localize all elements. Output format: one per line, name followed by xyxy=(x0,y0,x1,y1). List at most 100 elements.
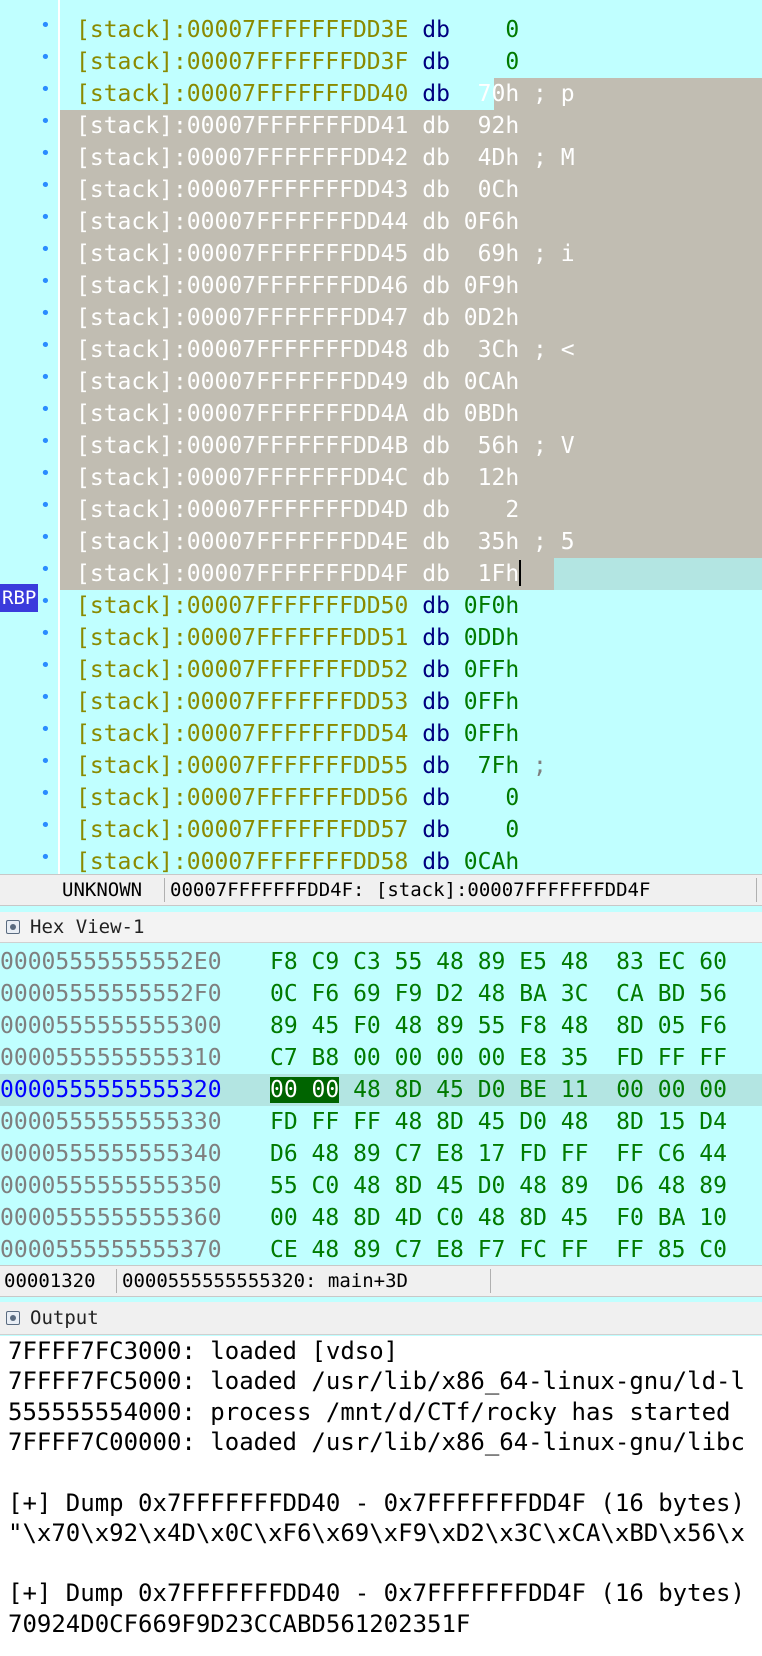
stack-row[interactable]: • [stack]:00007FFFFFFFDD4C db 12h xyxy=(0,462,762,494)
stack-segment: [stack] xyxy=(76,529,173,555)
hex-bytes[interactable]: FD FF FF 48 8D 45 D0 48 8D 15 D4 xyxy=(270,1106,727,1138)
stack-address[interactable]: 00007FFFFFFFDD4E xyxy=(187,529,409,555)
hex-row[interactable]: 0000555555555320 00 00 48 8D 45 D0 BE 11 … xyxy=(0,1074,762,1106)
data-directive: db xyxy=(422,753,450,779)
stack-address[interactable]: 00007FFFFFFFDD3E xyxy=(187,17,409,43)
byte-comment: ; V xyxy=(519,433,575,459)
byte-value: 0CAh xyxy=(463,369,520,395)
stack-row[interactable]: • [stack]:00007FFFFFFFDD45 db 69h ; i xyxy=(0,238,762,270)
stack-address[interactable]: 00007FFFFFFFDD40 xyxy=(187,81,409,107)
hex-row[interactable]: 0000555555555310 C7 B8 00 00 00 00 E8 35 … xyxy=(0,1042,762,1074)
stack-row[interactable]: • [stack]:00007FFFFFFFDD56 db 0 xyxy=(0,782,762,814)
stack-row[interactable]: • [stack]:00007FFFFFFFDD4A db 0BDh xyxy=(0,398,762,430)
stack-address[interactable]: 00007FFFFFFFDD3F xyxy=(187,49,409,75)
line-dot-icon: • xyxy=(40,719,51,740)
hex-bytes[interactable]: 00 00 48 8D 45 D0 BE 11 00 00 00 xyxy=(270,1074,727,1106)
data-directive: db xyxy=(422,593,450,619)
stack-row[interactable]: • [stack]:00007FFFFFFFDD3E db 0 xyxy=(0,14,762,46)
byte-comment: ; xyxy=(519,753,547,779)
stack-address[interactable]: 00007FFFFFFFDD4C xyxy=(187,465,409,491)
hex-address: 0000555555555330 xyxy=(0,1109,222,1135)
stack-row[interactable]: • [stack]:00007FFFFFFFDD3F db 0 xyxy=(0,46,762,78)
stack-address[interactable]: 00007FFFFFFFDD57 xyxy=(187,817,409,843)
stack-row[interactable]: • [stack]:00007FFFFFFFDD4F db 1Fh xyxy=(0,558,762,590)
hex-view[interactable]: 00005555555552E0 F8 C9 C3 55 48 89 E5 48 … xyxy=(0,943,762,1265)
stack-row[interactable]: • [stack]:00007FFFFFFFDD46 db 0F9h xyxy=(0,270,762,302)
hex-row[interactable]: 00005555555552E0 F8 C9 C3 55 48 89 E5 48 … xyxy=(0,946,762,978)
stack-row[interactable]: • [stack]:00007FFFFFFFDD40 db 70h ; p xyxy=(0,78,762,110)
stack-address[interactable]: 00007FFFFFFFDD55 xyxy=(187,753,409,779)
stack-row[interactable]: • [stack]:00007FFFFFFFDD44 db 0F6h xyxy=(0,206,762,238)
data-directive: db xyxy=(422,625,450,651)
hex-cursor-bytes[interactable]: 00 00 xyxy=(270,1077,340,1103)
stack-row[interactable]: • [stack]:00007FFFFFFFDD41 db 92h xyxy=(0,110,762,142)
stack-address[interactable]: 00007FFFFFFFDD41 xyxy=(187,113,409,139)
stack-address[interactable]: 00007FFFFFFFDD58 xyxy=(187,849,409,874)
stack-segment: [stack] xyxy=(76,689,173,715)
stack-row[interactable]: • [stack]:00007FFFFFFFDD47 db 0D2h xyxy=(0,302,762,334)
stack-address[interactable]: 00007FFFFFFFDD4D xyxy=(187,497,409,523)
stack-address[interactable]: 00007FFFFFFFDD4A xyxy=(187,401,409,427)
hex-bytes[interactable]: 55 C0 48 8D 45 D0 48 89 D6 48 89 xyxy=(270,1170,727,1202)
stack-segment: [stack] xyxy=(76,785,173,811)
hex-bytes[interactable]: F8 C9 C3 55 48 89 E5 48 83 EC 60 xyxy=(270,946,727,978)
byte-value: 70h xyxy=(463,81,520,107)
stack-segment: [stack] xyxy=(76,145,173,171)
stack-address[interactable]: 00007FFFFFFFDD47 xyxy=(187,305,409,331)
stack-row[interactable]: • [stack]:00007FFFFFFFDD48 db 3Ch ; < xyxy=(0,334,762,366)
hex-row[interactable]: 0000555555555350 55 C0 48 8D 45 D0 48 89 … xyxy=(0,1170,762,1202)
stack-row[interactable]: • [stack]:00007FFFFFFFDD53 db 0FFh xyxy=(0,686,762,718)
hex-row[interactable]: 0000555555555340 D6 48 89 C7 E8 17 FD FF … xyxy=(0,1138,762,1170)
stack-address[interactable]: 00007FFFFFFFDD4B xyxy=(187,433,409,459)
stack-address[interactable]: 00007FFFFFFFDD43 xyxy=(187,177,409,203)
stack-row[interactable]: • [stack]:00007FFFFFFFDD49 db 0CAh xyxy=(0,366,762,398)
stack-address[interactable]: 00007FFFFFFFDD42 xyxy=(187,145,409,171)
stack-row[interactable]: • [stack]:00007FFFFFFFDD55 db 7Fh ; xyxy=(0,750,762,782)
stack-address[interactable]: 00007FFFFFFFDD4F xyxy=(187,561,409,587)
stack-address[interactable]: 00007FFFFFFFDD50 xyxy=(187,593,409,619)
stack-row[interactable]: • [stack]:00007FFFFFFFDD4E db 35h ; 5 xyxy=(0,526,762,558)
stack-address[interactable]: 00007FFFFFFFDD56 xyxy=(187,785,409,811)
hex-view-header[interactable]: Hex View-1 xyxy=(0,912,762,943)
output-window[interactable]: 7FFFF7FC3000: loaded [vdso] 7FFFF7FC5000:… xyxy=(0,1336,762,1656)
hex-row[interactable]: 0000555555555300 89 45 F0 48 89 55 F8 48 … xyxy=(0,1010,762,1042)
hex-bytes[interactable]: 89 45 F0 48 89 55 F8 48 8D 05 F6 xyxy=(270,1010,727,1042)
stack-address[interactable]: 00007FFFFFFFDD46 xyxy=(187,273,409,299)
byte-value: 35h xyxy=(463,529,520,555)
byte-value: 56h xyxy=(463,433,520,459)
hex-bytes[interactable]: 0C F6 69 F9 D2 48 BA 3C CA BD 56 xyxy=(270,978,727,1010)
output-header[interactable]: Output xyxy=(0,1302,762,1335)
stack-address[interactable]: 00007FFFFFFFDD52 xyxy=(187,657,409,683)
hex-bytes[interactable]: C7 B8 00 00 00 00 E8 35 FD FF FF xyxy=(270,1042,727,1074)
data-directive: db xyxy=(422,241,450,267)
stack-view[interactable]: • [stack]:00007FFFFFFFDD3E db 0 • [stack]:0… xyxy=(0,0,762,874)
stack-address[interactable]: 00007FFFFFFFDD51 xyxy=(187,625,409,651)
stack-address[interactable]: 00007FFFFFFFDD45 xyxy=(187,241,409,267)
hex-row[interactable]: 00005555555552F0 0C F6 69 F9 D2 48 BA 3C … xyxy=(0,978,762,1010)
stack-row[interactable]: • [stack]:00007FFFFFFFDD42 db 4Dh ; M xyxy=(0,142,762,174)
stack-address[interactable]: 00007FFFFFFFDD44 xyxy=(187,209,409,235)
line-dot-icon: • xyxy=(40,463,51,484)
stack-row[interactable]: • [stack]:00007FFFFFFFDD52 db 0FFh xyxy=(0,654,762,686)
hex-row[interactable]: 0000555555555330 FD FF FF 48 8D 45 D0 48 … xyxy=(0,1106,762,1138)
stack-row[interactable]: • [stack]:00007FFFFFFFDD54 db 0FFh xyxy=(0,718,762,750)
hex-bytes[interactable]: D6 48 89 C7 E8 17 FD FF FF C6 44 xyxy=(270,1138,727,1170)
stack-row[interactable]: • [stack]:00007FFFFFFFDD57 db 0 xyxy=(0,814,762,846)
stack-address[interactable]: 00007FFFFFFFDD48 xyxy=(187,337,409,363)
stack-row[interactable]: • [stack]:00007FFFFFFFDD43 db 0Ch xyxy=(0,174,762,206)
stack-segment: [stack] xyxy=(76,625,173,651)
hex-bytes[interactable]: 00 48 8D 4D C0 48 8D 45 F0 BA 10 xyxy=(270,1202,727,1234)
hex-row[interactable]: 0000555555555370 CE 48 89 C7 E8 F7 FC FF … xyxy=(0,1234,762,1265)
hex-row[interactable]: 0000555555555360 00 48 8D 4D C0 48 8D 45 … xyxy=(0,1202,762,1234)
stack-row[interactable]: • [stack]:00007FFFFFFFDD4D db 2 xyxy=(0,494,762,526)
stack-row[interactable]: • [stack]:00007FFFFFFFDD58 db 0CAh xyxy=(0,846,762,874)
hex-bytes[interactable]: CE 48 89 C7 E8 F7 FC FF FF 85 C0 xyxy=(270,1234,727,1265)
stack-address[interactable]: 00007FFFFFFFDD49 xyxy=(187,369,409,395)
stack-row[interactable]: • [stack]:00007FFFFFFFDD50 db 0F0h xyxy=(0,590,762,622)
stack-row[interactable]: • [stack]:00007FFFFFFFDD4B db 56h ; V xyxy=(0,430,762,462)
stack-address[interactable]: 00007FFFFFFFDD53 xyxy=(187,689,409,715)
stack-row[interactable]: • [stack]:00007FFFFFFFDD51 db 0DDh xyxy=(0,622,762,654)
data-directive: db xyxy=(422,369,450,395)
data-directive: db xyxy=(422,113,450,139)
stack-address[interactable]: 00007FFFFFFFDD54 xyxy=(187,721,409,747)
